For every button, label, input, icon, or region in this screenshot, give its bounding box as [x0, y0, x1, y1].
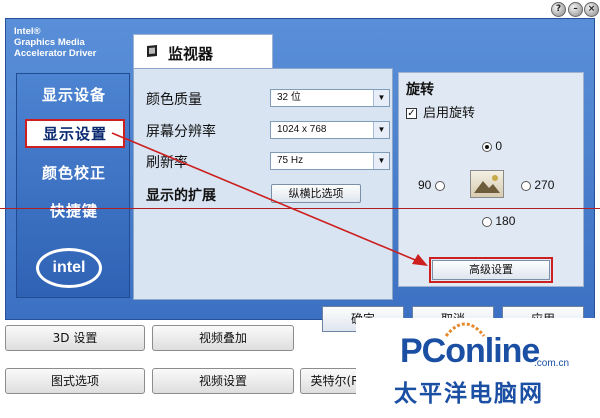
resolution-value: 1024 x 768 [277, 124, 327, 135]
landscape-preview-icon [470, 170, 504, 198]
aspect-ratio-button[interactable]: 纵横比选项 [271, 184, 361, 203]
enable-rotation-checkbox[interactable]: ✓ 启用旋转 [406, 102, 475, 121]
rotation-90-label: 90 [418, 178, 432, 192]
help-icon[interactable]: ? [551, 2, 566, 17]
radio-icon [521, 180, 531, 191]
rotation-180-label: 180 [495, 214, 516, 228]
chevron-down-icon: ▼ [373, 153, 389, 169]
brand-text: Intel® Graphics Media Accelerator Driver [14, 26, 97, 59]
refresh-rate-select[interactable]: 75 Hz ▼ [270, 152, 390, 170]
sidebar-item-display-devices[interactable]: 显示设备 [17, 84, 131, 105]
refresh-rate-value: 75 Hz [277, 155, 304, 166]
intel-logo: intel [36, 248, 102, 288]
color-quality-select[interactable]: 32 位 ▼ [270, 89, 390, 107]
resolution-label: 屏幕分辨率 [146, 124, 216, 140]
3d-settings-button[interactable]: 3D 设置 [5, 325, 145, 351]
checkbox-checked-icon: ✓ [406, 108, 417, 119]
watermark: PConline .com.cn 太平洋电脑网 [356, 318, 600, 418]
advanced-settings-button[interactable]: 高级设置 [429, 257, 553, 283]
sidebar-item-display-settings[interactable]: 显示设置 [25, 119, 125, 148]
rotation-270-radio[interactable]: 270 [521, 178, 554, 192]
chevron-down-icon: ▼ [373, 122, 389, 138]
rotation-0-radio[interactable]: 0 [482, 139, 502, 153]
watermark-domain: .com.cn [534, 358, 570, 369]
radio-selected-icon [482, 141, 492, 152]
refresh-rate-label: 刷新率 [146, 155, 188, 171]
display-extension-label: 显示的扩展 [146, 188, 216, 204]
watermark-logo-text: PConline [400, 332, 540, 370]
video-settings-button[interactable]: 视频设置 [152, 368, 294, 394]
resolution-select[interactable]: 1024 x 768 ▼ [270, 121, 390, 139]
rotation-90-radio[interactable]: 90 [418, 178, 445, 192]
close-icon[interactable]: × [584, 2, 599, 17]
monitor-icon [147, 45, 157, 57]
settings-panel: 颜色质量 32 位 ▼ 屏幕分辨率 1024 x 768 ▼ 刷新率 75 Hz… [133, 68, 393, 300]
tab-title: 监视器 [168, 45, 214, 63]
color-quality-value: 32 位 [277, 92, 301, 103]
title-bar: ? – × [0, 0, 600, 20]
watermark-chinese-name: 太平洋电脑网 [394, 381, 544, 407]
tab-monitor[interactable]: 监视器 [133, 34, 273, 68]
chevron-down-icon: ▼ [373, 90, 389, 106]
rotation-0-label: 0 [495, 139, 503, 153]
minimize-icon[interactable]: – [568, 2, 583, 17]
sidebar-item-color-correction[interactable]: 颜色校正 [17, 162, 131, 183]
enable-rotation-label: 启用旋转 [423, 106, 476, 121]
rotation-270-label: 270 [534, 178, 555, 192]
schemes-button[interactable]: 图式选项 [5, 368, 145, 394]
video-overlay-button[interactable]: 视频叠加 [152, 325, 294, 351]
sidebar-item-hotkeys[interactable]: 快捷键 [17, 200, 131, 221]
radio-icon [434, 180, 445, 191]
rotation-title: 旋转 [406, 82, 434, 98]
annotation-line [0, 208, 600, 209]
radio-icon [482, 216, 492, 227]
rotation-180-radio[interactable]: 180 [482, 214, 515, 228]
color-quality-label: 颜色质量 [146, 92, 202, 108]
